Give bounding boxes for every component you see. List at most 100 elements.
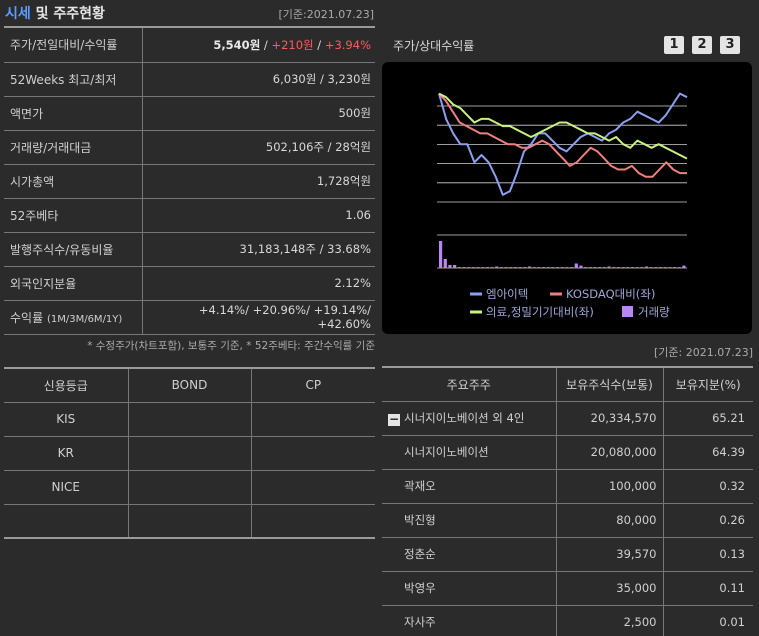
volume-bar xyxy=(560,267,564,268)
volume-bar xyxy=(612,267,616,268)
holder-shares: 20,080,000 xyxy=(556,435,664,470)
chart-tab-1[interactable]: 1 xyxy=(664,36,684,54)
holder-pct: 0.11 xyxy=(663,571,753,606)
info-key: 52Weeks 최고/최저 xyxy=(4,62,143,97)
holder-name: 박영우 xyxy=(382,571,557,606)
volume-bar xyxy=(490,267,494,268)
volume-bar xyxy=(499,267,504,268)
table-row: 시가총액 1,728억원 xyxy=(4,164,375,199)
agency-cell: KIS xyxy=(4,402,129,437)
col-header: CP xyxy=(251,367,375,403)
volume-bar xyxy=(677,267,681,268)
holder-pct: 0.13 xyxy=(663,537,753,572)
volume-bar xyxy=(513,267,518,268)
info-value: 5,540원 / +210원 / +3.94% xyxy=(142,28,375,63)
chart-panel: 엠아이텍 KOSDAQ대비(좌) 의료,정밀기기대비(좌) 거래량 xyxy=(382,62,752,334)
volume-bar xyxy=(593,267,597,268)
table-row: 발행주식수/유동비율 31,183,148주 / 33.68% xyxy=(4,232,375,267)
holder-name: 정춘순 xyxy=(382,537,557,572)
cp-cell xyxy=(251,436,375,471)
volume-bar xyxy=(523,267,527,268)
holder-name: 곽재오 xyxy=(382,469,557,504)
volume-bar xyxy=(448,265,452,268)
agency-cell xyxy=(4,504,129,539)
volume-bar xyxy=(672,267,677,268)
chart-title: 주가/상대수익률 xyxy=(393,39,475,53)
holder-name: 박진형 xyxy=(382,503,557,538)
holder-pct: 64.39 xyxy=(663,435,753,470)
bond-cell xyxy=(128,470,252,505)
volume-bar xyxy=(565,267,569,268)
legend-label: KOSDAQ대비(좌) xyxy=(566,287,655,301)
info-key: 주가/전일대비/수익률 xyxy=(4,28,143,63)
holder-name: 자사주 xyxy=(382,605,557,636)
table-row: 박영우 35,000 0.11 xyxy=(382,571,753,606)
chart-tab-2[interactable]: 2 xyxy=(692,36,712,54)
volume-bar xyxy=(476,267,480,268)
volume-bar xyxy=(546,267,550,268)
chart-tabs: 1 2 3 xyxy=(664,36,740,54)
volume-bar xyxy=(579,265,583,268)
agency-cell: KR xyxy=(4,436,129,471)
cp-cell xyxy=(251,470,375,505)
table-row: 액면가 500원 xyxy=(4,96,375,131)
table-row: 정춘순 39,570 0.13 xyxy=(382,537,753,572)
volume-bar xyxy=(598,267,602,268)
base-date: [기준:2021.07.23] xyxy=(278,8,374,21)
credit-rating-table: 신용등급 BOND CP KIS KR NICE xyxy=(4,367,375,539)
table-row[interactable]: − 시너지이노베이션 외 4인 20,334,570 65.21 xyxy=(382,401,753,436)
table-row: 시너지이노베이션 20,080,000 64.39 xyxy=(382,435,753,470)
volume-bar xyxy=(584,267,588,268)
volume-bar xyxy=(551,267,555,268)
table-row: 자사주 2,500 0.01 xyxy=(382,605,753,636)
cp-cell xyxy=(251,504,375,539)
volume-bar xyxy=(462,267,466,268)
cp-cell xyxy=(251,402,375,437)
legend-label: 엠아이텍 xyxy=(486,287,528,301)
info-key: 52주베타 xyxy=(4,198,143,233)
col-header: 보유주식수(보통) xyxy=(556,366,664,402)
volume-bar xyxy=(504,267,508,268)
shareholders-table: 주요주주 보유주식수(보통) 보유지분(%) − 시너지이노베이션 외 4인 20… xyxy=(382,366,753,636)
info-value: 502,106주 / 28억원 xyxy=(142,130,375,165)
holder-shares: 100,000 xyxy=(556,469,664,504)
volume-bar xyxy=(532,267,536,268)
legend-label: 거래량 xyxy=(638,305,670,319)
relative-return-chart: 엠아이텍 KOSDAQ대비(좌) 의료,정밀기기대비(좌) 거래량 xyxy=(437,92,688,319)
holder-shares: 2,500 xyxy=(556,605,664,636)
holder-shares: 39,570 xyxy=(556,537,664,572)
holders-date: [기준: 2021.07.23] xyxy=(653,346,753,359)
info-value: 500원 xyxy=(142,96,375,131)
col-header: 신용등급 xyxy=(4,367,129,403)
volume-bar xyxy=(509,267,513,268)
info-key: 시가총액 xyxy=(4,164,143,199)
volume-bar xyxy=(682,265,686,268)
info-key: 발행주식수/유동비율 xyxy=(4,232,143,267)
holder-shares: 35,000 xyxy=(556,571,664,606)
volume-bar xyxy=(640,267,644,268)
volume-bar xyxy=(621,267,625,268)
volume-bar xyxy=(644,266,649,268)
chart-tab-3[interactable]: 3 xyxy=(720,36,740,54)
volume-bar xyxy=(439,241,443,268)
info-value: +4.14%/ +20.96%/ +19.14%/ +42.60% xyxy=(142,300,375,335)
volume-bar xyxy=(654,267,658,268)
volume-bar xyxy=(541,267,546,268)
legend-label: 의료,정밀기기대비(좌) xyxy=(486,305,594,319)
volume-bar xyxy=(635,267,639,268)
volume-bar xyxy=(457,267,461,268)
info-key: 거래량/거래대금 xyxy=(4,130,143,165)
col-header: 보유지분(%) xyxy=(663,366,753,402)
holder-name: − 시너지이노베이션 외 4인 xyxy=(382,401,557,436)
info-key: 외국인지분율 xyxy=(4,266,143,301)
volume-bar xyxy=(518,267,522,268)
holder-pct: 0.26 xyxy=(663,503,753,538)
volume-bar xyxy=(467,267,471,268)
volume-bar xyxy=(471,267,475,268)
table-row: 수익률 (1M/3M/6M/1Y) +4.14%/ +20.96%/ +19.1… xyxy=(4,300,375,335)
collapse-icon[interactable]: − xyxy=(388,413,400,426)
table-header: 주요주주 보유주식수(보통) 보유지분(%) xyxy=(382,366,753,402)
volume-bar xyxy=(443,259,447,268)
info-value: 31,183,148주 / 33.68% xyxy=(142,232,375,267)
volume-bar xyxy=(616,267,620,268)
